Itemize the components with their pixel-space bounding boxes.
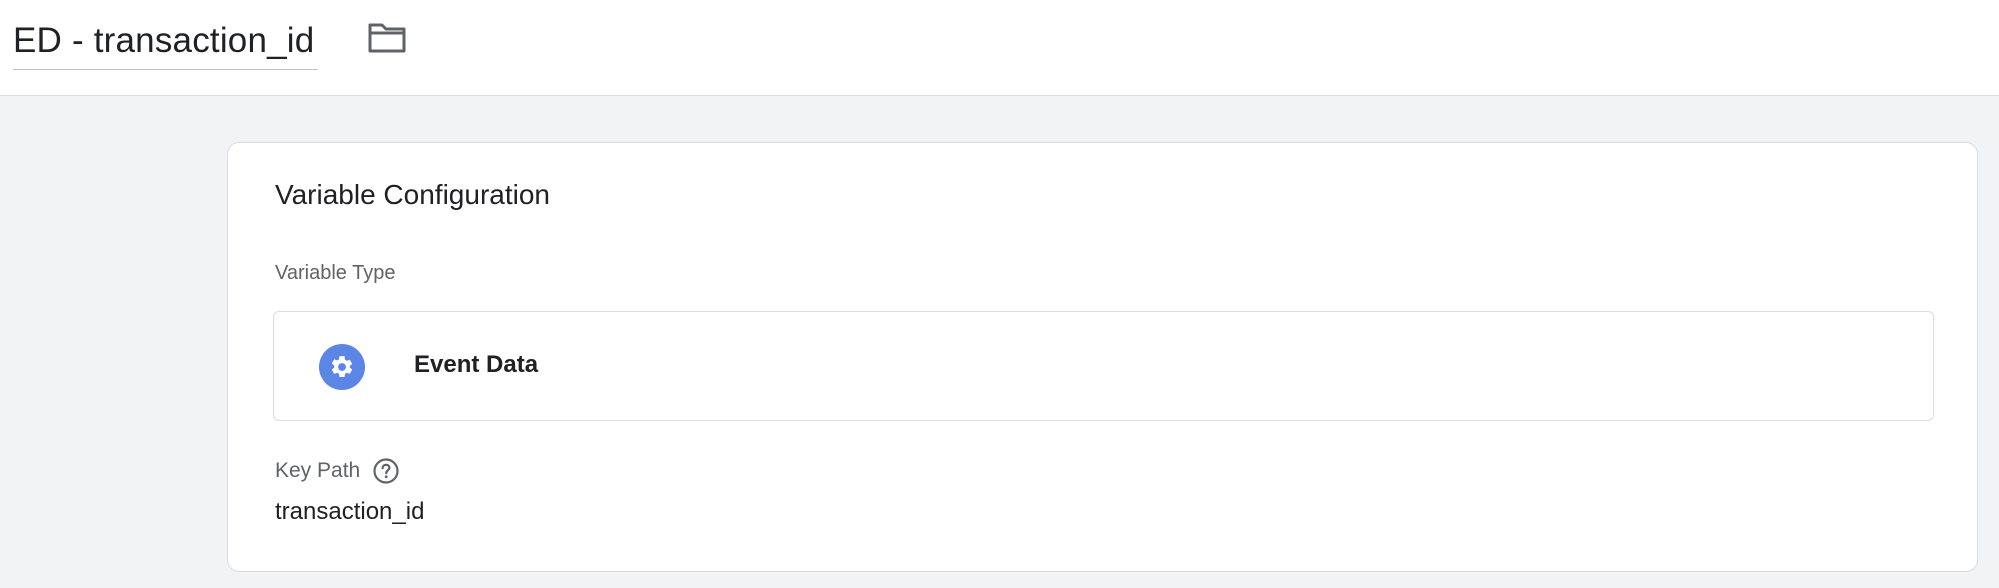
variable-configuration-card: Variable Configuration Variable Type Eve… [227, 142, 1978, 572]
gear-icon [319, 344, 365, 390]
key-path-value: transaction_id [275, 498, 425, 525]
folder-button[interactable] [364, 20, 410, 58]
variable-type-selector[interactable]: Event Data [273, 311, 1934, 421]
title-field[interactable]: ED - transaction_id [13, 12, 319, 70]
page-header: ED - transaction_id [0, 0, 1999, 96]
help-circle-icon[interactable] [372, 457, 400, 485]
variable-type-label: Variable Type [275, 262, 396, 284]
key-path-label-row: Key Path [275, 457, 400, 485]
card-title: Variable Configuration [275, 179, 550, 210]
page-title[interactable]: ED - transaction_id [13, 21, 314, 61]
variable-type-name: Event Data [414, 351, 539, 378]
folder-icon [367, 20, 407, 59]
key-path-label: Key Path [275, 459, 361, 482]
